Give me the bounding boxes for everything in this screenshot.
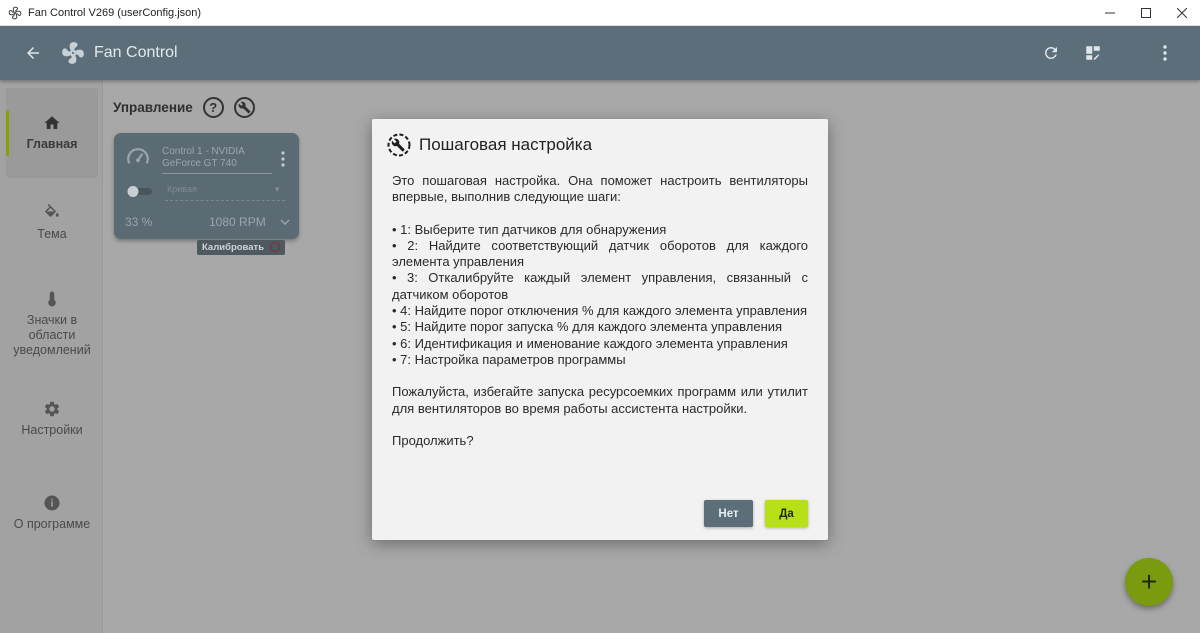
home-icon — [44, 116, 60, 129]
warning-icon — [270, 242, 280, 252]
controls-section-header: Управление ? — [113, 97, 255, 118]
dialog-step: • 7: Настройка параметров программы — [392, 351, 626, 367]
gear-icon — [45, 401, 60, 417]
sidebar-item-label: Значки в области уведомлений — [13, 313, 91, 357]
info-icon — [44, 495, 60, 511]
dialog-warning: Пожалуйста, избегайте запуска ресурсоемк… — [392, 384, 808, 416]
sidebar-item-label: Настройки — [21, 423, 83, 437]
paint-bucket-icon — [45, 204, 59, 217]
dialog-step: • 2: Найдите соответствующий датчик обор… — [392, 237, 808, 270]
window-controls — [1092, 0, 1200, 26]
more-vert-icon[interactable] — [1154, 42, 1176, 64]
back-arrow-icon[interactable] — [22, 42, 44, 64]
sidebar-item-label: О программе — [13, 517, 91, 531]
refresh-icon[interactable] — [1040, 42, 1062, 64]
sidebar-item-home[interactable]: Главная — [6, 88, 98, 178]
sidebar-item-label: Главная — [26, 137, 78, 151]
wrench-icon[interactable] — [233, 97, 255, 118]
wrench-circle-icon — [387, 133, 411, 157]
fan-app-icon — [8, 6, 22, 20]
window-title: Fan Control V269 (userConfig.json) — [28, 6, 202, 19]
setup-wizard-dialog: Пошаговая настройка Это пошаговая настро… — [372, 119, 828, 540]
minimize-button[interactable] — [1092, 0, 1128, 26]
add-control-button[interactable]: + — [1125, 558, 1173, 606]
app-header: Fan Control — [0, 26, 1200, 80]
plus-icon: + — [1140, 566, 1158, 597]
sidebar-item-label: Тема — [37, 227, 67, 241]
control-name[interactable]: Control 1 - NVIDIA GeForce GT 740 — [162, 146, 272, 174]
no-button[interactable]: Нет — [704, 500, 753, 527]
dialog-step: • 1: Выберите тип датчиков для обнаружен… — [392, 221, 667, 237]
card-more-icon[interactable] — [279, 150, 287, 168]
curve-select[interactable]: Кривая ▼ — [165, 184, 285, 201]
control-rpm: 1080 RPM — [209, 215, 266, 229]
sidebar: Главная Тема Значки в области уведомлени… — [0, 80, 103, 633]
app-name: Fan Control — [94, 44, 178, 61]
dialog-body: Это пошаговая настройка. Она поможет нас… — [392, 173, 808, 449]
dialog-title: Пошаговая настройка — [419, 135, 593, 154]
help-icon[interactable]: ? — [202, 97, 224, 118]
window-titlebar: Fan Control V269 (userConfig.json) — [0, 0, 1200, 26]
dialog-step: • 5: Найдите порог запуска % для каждого… — [392, 319, 783, 335]
sidebar-item-about[interactable]: О программе — [6, 494, 98, 532]
header-actions — [1040, 26, 1200, 80]
control-percent: 33 % — [125, 215, 153, 229]
dialog-question: Продолжить? — [392, 432, 474, 448]
maximize-button[interactable] — [1128, 0, 1164, 26]
section-title: Управление — [113, 100, 193, 115]
control-toggle[interactable] — [126, 186, 152, 197]
sidebar-item-tray-icons[interactable]: Значки в области уведомлений — [6, 290, 98, 358]
dialog-step: • 4: Найдите порог отключения % для кажд… — [392, 303, 808, 319]
help-glyph: ? — [209, 100, 218, 115]
thermometer-icon — [48, 291, 56, 307]
sidebar-item-settings[interactable]: Настройки — [6, 400, 98, 438]
control-card[interactable]: Control 1 - NVIDIA GeForce GT 740 Кривая… — [114, 133, 299, 239]
calibrate-label: Калибровать — [202, 242, 265, 253]
calibrate-badge[interactable]: Калибровать — [197, 240, 285, 255]
layout-edit-icon[interactable] — [1082, 42, 1104, 64]
dropdown-arrow-icon: ▼ — [273, 185, 281, 194]
dialog-step: • 6: Идентификация и именование каждого … — [392, 335, 788, 351]
sidebar-item-theme[interactable]: Тема — [6, 204, 98, 242]
dialog-header: Пошаговая настройка — [387, 133, 592, 157]
yes-button[interactable]: Да — [765, 500, 808, 527]
speedometer-icon — [127, 148, 149, 164]
chevron-down-icon[interactable] — [280, 217, 290, 227]
close-button[interactable] — [1164, 0, 1200, 26]
fan-logo-icon — [60, 40, 86, 66]
dialog-step: • 3: Откалибруйте каждый элемент управле… — [392, 270, 808, 302]
curve-placeholder: Кривая — [167, 184, 197, 194]
dialog-intro: Это пошаговая настройка. Она поможет нас… — [392, 173, 808, 205]
